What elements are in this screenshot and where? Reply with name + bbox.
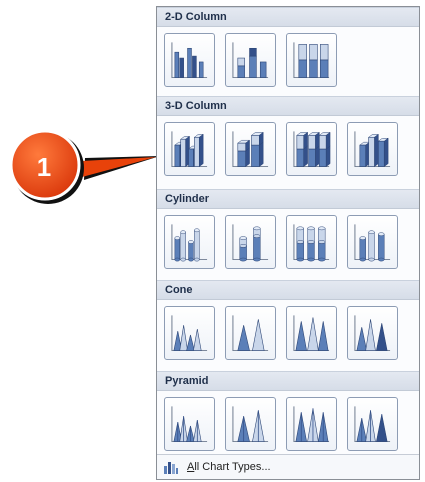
row-2d-column	[164, 33, 337, 91]
3d-stacked-column-icon	[232, 131, 269, 168]
chart-type-icon	[164, 462, 178, 474]
stacked-column-icon	[232, 42, 269, 79]
stacked-cone-button[interactable]	[225, 306, 276, 360]
3d-cylinder-icon	[354, 224, 391, 262]
100-stacked-cylinder-button[interactable]	[286, 215, 337, 269]
100-stacked-column-icon	[293, 42, 330, 79]
3d-clustered-column-button[interactable]	[164, 122, 215, 176]
3d-pyramid-icon	[354, 406, 391, 443]
3d-pyramid-button[interactable]	[347, 397, 398, 451]
section-header-pyramid: Pyramid	[157, 371, 419, 391]
100-stacked-cylinder-icon	[293, 224, 330, 262]
all-chart-types-label: All Chart Types...	[187, 461, 271, 473]
clustered-cylinder-button[interactable]	[164, 215, 215, 269]
3d-100-stacked-column-button[interactable]	[286, 122, 337, 176]
row-cylinder	[164, 215, 398, 273]
section-header-2d-column: 2-D Column	[157, 7, 419, 27]
row-cone	[164, 306, 398, 364]
3d-100-stacked-column-icon	[293, 131, 331, 168]
clustered-cylinder-icon	[171, 224, 208, 262]
3d-stacked-column-button[interactable]	[225, 122, 276, 176]
callout-number: 1	[36, 152, 52, 182]
row-3d-column	[164, 122, 398, 180]
clustered-cone-button[interactable]	[164, 306, 215, 360]
stacked-pyramid-button[interactable]	[225, 397, 276, 451]
clustered-column-icon	[171, 42, 208, 79]
stacked-cylinder-icon	[232, 224, 269, 262]
clustered-pyramid-button[interactable]	[164, 397, 215, 451]
stacked-pyramid-icon	[232, 406, 269, 443]
clustered-column-button[interactable]	[164, 33, 215, 87]
chart-gallery-panel: 2-D Column 3-D Column Cylinder Cone Pyra…	[156, 6, 420, 480]
3d-column-icon	[354, 131, 391, 168]
100-stacked-column-button[interactable]	[286, 33, 337, 87]
row-pyramid	[164, 397, 398, 455]
100-stacked-cone-icon	[293, 315, 330, 352]
3d-cylinder-button[interactable]	[347, 215, 398, 269]
section-header-cylinder: Cylinder	[157, 189, 419, 209]
stacked-column-button[interactable]	[225, 33, 276, 87]
all-chart-types-link[interactable]: All Chart Types...	[157, 454, 419, 479]
3d-cone-button[interactable]	[347, 306, 398, 360]
3d-column-button[interactable]	[347, 122, 398, 176]
stacked-cone-icon	[232, 315, 269, 352]
100-stacked-cone-button[interactable]	[286, 306, 337, 360]
3d-clustered-column-icon	[171, 131, 208, 168]
section-header-3d-column: 3-D Column	[157, 96, 419, 116]
100-stacked-pyramid-icon	[293, 406, 330, 443]
callout-marker	[9, 129, 160, 204]
100-stacked-pyramid-button[interactable]	[286, 397, 337, 451]
clustered-cone-icon	[171, 315, 208, 352]
clustered-pyramid-icon	[171, 406, 208, 443]
3d-cone-icon	[354, 315, 391, 352]
section-header-cone: Cone	[157, 280, 419, 300]
stacked-cylinder-button[interactable]	[225, 215, 276, 269]
